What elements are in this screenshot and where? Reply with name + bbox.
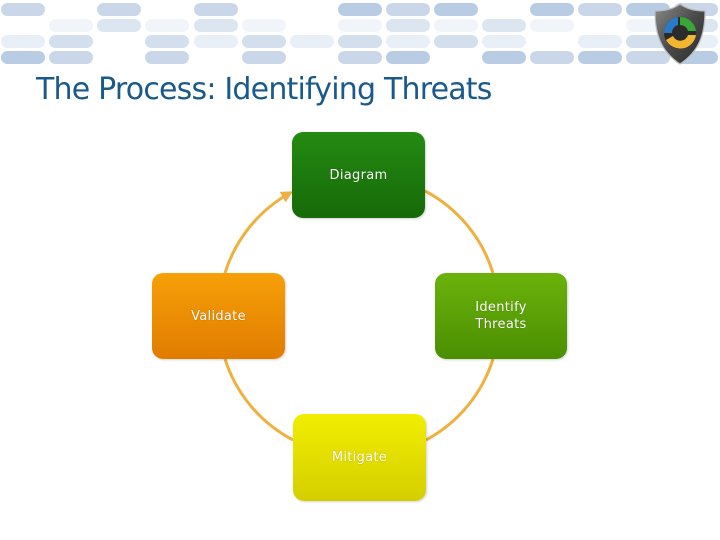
connector-diagram-to-identify bbox=[424, 189, 495, 274]
cycle-node-validate: Validate bbox=[152, 273, 285, 359]
node-label-identify-threats: Identify Threats bbox=[475, 300, 527, 332]
node-label-validate: Validate bbox=[191, 308, 246, 324]
cycle-node-mitigate: Mitigate bbox=[293, 414, 426, 501]
cycle-node-identify-threats: Identify Threats bbox=[435, 273, 567, 359]
node-label-mitigate: Mitigate bbox=[331, 450, 388, 465]
node-label-diagram: Diagram bbox=[329, 167, 388, 183]
connector-mitigate-to-validate bbox=[223, 358, 294, 442]
connector-validate-to-diagram bbox=[223, 191, 294, 274]
connector-identify-to-mitigate bbox=[425, 358, 495, 442]
cycle-node-diagram: Diagram bbox=[292, 132, 425, 218]
